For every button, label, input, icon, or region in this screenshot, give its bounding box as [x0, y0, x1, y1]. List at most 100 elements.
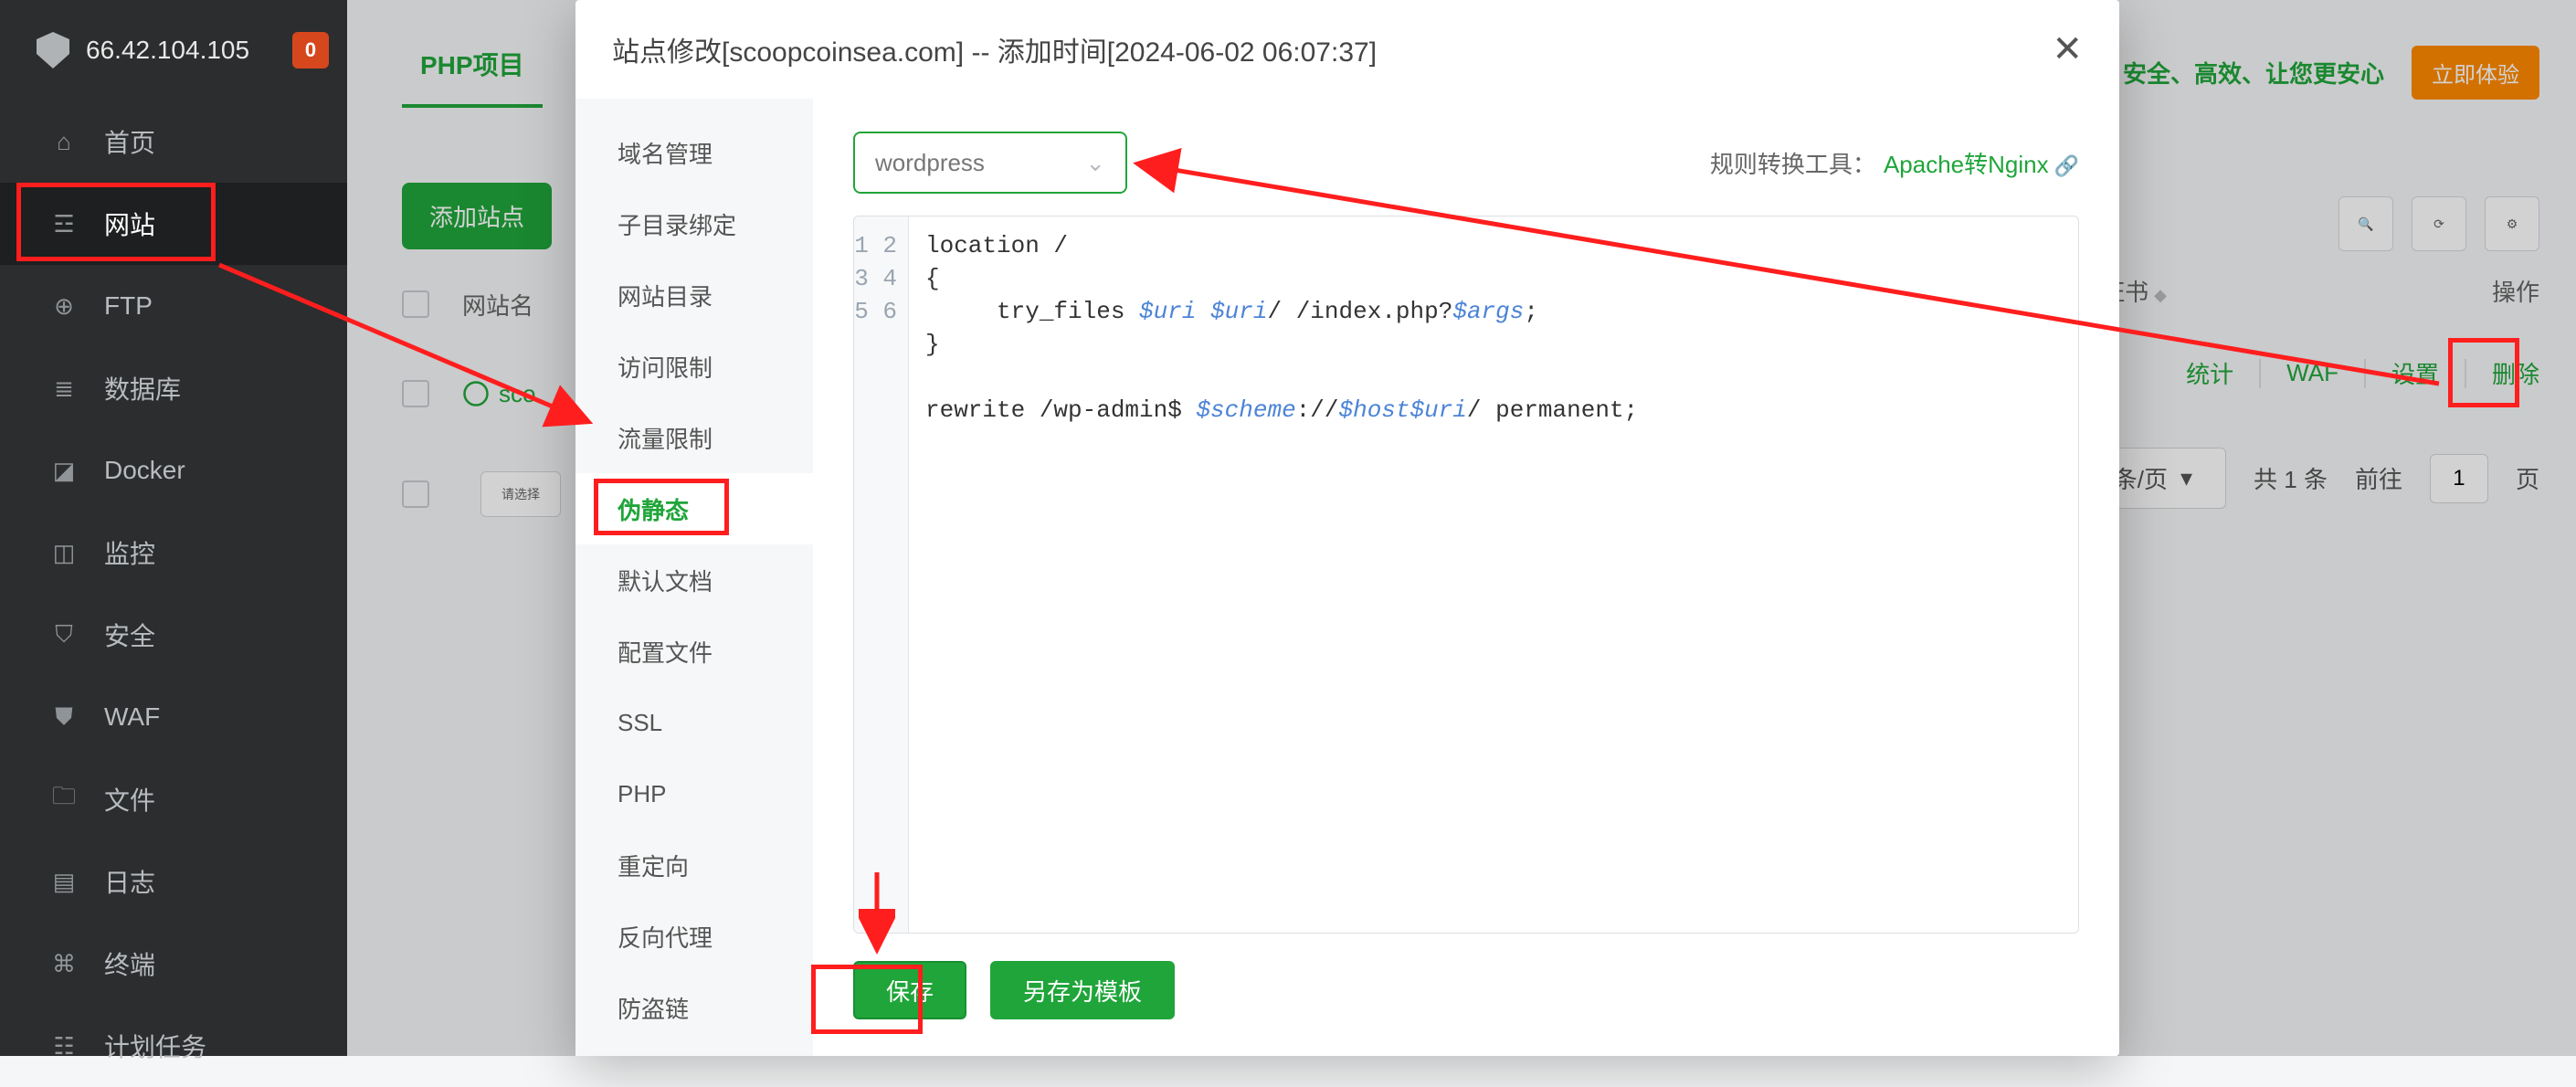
chevron-down-icon: ▾ [2180, 464, 2192, 492]
mnav-webdir[interactable]: 网站目录 [575, 259, 813, 331]
code-editor[interactable]: 1 2 3 4 5 6 location / { try_files $uri … [853, 216, 2079, 934]
mnav-traffic[interactable]: 流量限制 [575, 402, 813, 473]
slogan-text: 安全、高效、让您更安心 [2123, 56, 2384, 90]
terminal-icon: ⌘ [49, 949, 79, 978]
save-button[interactable]: 保存 [853, 961, 966, 1019]
rewrite-rule-select[interactable]: wordpress ⌄ [853, 132, 1127, 194]
save-as-template-button[interactable]: 另存为模板 [990, 961, 1175, 1019]
th-site-name: 网站名 [462, 288, 533, 322]
sidebar-item-label: 文件 [104, 781, 155, 818]
mnav-ssl[interactable]: SSL [575, 687, 813, 758]
sidebar-item-monitor[interactable]: ◫ 监控 [0, 512, 347, 594]
divider [2465, 359, 2466, 388]
sidebar-item-terminal[interactable]: ⌘ 终端 [0, 923, 347, 1005]
table-header-right: SSL证书◆ 操作 [2056, 274, 2539, 308]
conversion-tool: 规则转换工具： Apache转Nginx🔗 [1710, 146, 2079, 180]
shield-outline-icon: ⛉ [49, 620, 79, 649]
site-name-text: sco [499, 380, 535, 408]
sidebar-item-label: 安全 [104, 617, 155, 653]
conv-link[interactable]: Apache转Nginx🔗 [1884, 146, 2079, 180]
site-type-icon [462, 380, 490, 407]
notification-badge[interactable]: 0 [292, 32, 329, 69]
sidebar-item-website[interactable]: ☲ 网站 [0, 183, 347, 265]
toolbar-right: 🔍 ⟳ ⚙ [2338, 196, 2539, 251]
mnav-domain[interactable]: 域名管理 [575, 117, 813, 188]
add-site-button[interactable]: 添加站点 [402, 183, 552, 249]
th-operation: 操作 [2492, 274, 2539, 308]
goto-label-suf: 页 [2516, 461, 2539, 495]
gear-icon-button[interactable]: ⚙ [2485, 196, 2539, 251]
database-icon: ≣ [49, 374, 79, 403]
search-icon-button[interactable]: 🔍 [2338, 196, 2393, 251]
sidebar-item-label: FTP [104, 291, 153, 321]
server-ip: 66.42.104.105 [86, 36, 249, 65]
sidebar-item-label: Docker [104, 456, 185, 485]
mnav-redirect[interactable]: 重定向 [575, 829, 813, 901]
home-icon: ⌂ [49, 127, 79, 156]
globe-icon: ☲ [49, 209, 79, 238]
modal-main: wordpress ⌄ 规则转换工具： Apache转Nginx🔗 1 2 3 … [813, 99, 2119, 1056]
sort-icon: ◆ [2154, 286, 2167, 304]
sidebar-item-ftp[interactable]: ⊕ FTP [0, 265, 347, 347]
conv-label: 规则转换工具： [1710, 146, 1876, 180]
row-checkbox[interactable] [402, 380, 429, 407]
goto-page-input[interactable] [2430, 454, 2488, 503]
modal-header: 站点修改[scoopcoinsea.com] -- 添加时间[2024-06-0… [575, 0, 2119, 99]
refresh-icon-button[interactable]: ⟳ [2412, 196, 2466, 251]
shield-icon [37, 32, 69, 69]
sidebar-item-security[interactable]: ⛉ 安全 [0, 594, 347, 676]
chevron-down-icon: ⌄ [1085, 149, 1105, 177]
sidebar-item-label: 首页 [104, 123, 155, 160]
close-icon[interactable]: ✕ [2052, 31, 2083, 68]
external-link-icon: 🔗 [2054, 154, 2079, 177]
mnav-access[interactable]: 访问限制 [575, 331, 813, 402]
divider [2259, 359, 2261, 388]
modal-title: 站点修改[scoopcoinsea.com] -- 添加时间[2024-06-0… [612, 29, 1377, 69]
sidebar-item-waf[interactable]: ⛊ WAF [0, 676, 347, 758]
batch-checkbox[interactable] [402, 480, 429, 508]
action-stats[interactable]: 统计 [2186, 356, 2233, 390]
code-content[interactable]: location / { try_files $uri $uri/ /index… [909, 216, 2078, 933]
sidebar-item-docker[interactable]: ◪ Docker [0, 429, 347, 512]
action-delete[interactable]: 删除 [2492, 356, 2539, 390]
docker-icon: ◪ [49, 456, 79, 485]
button-row: 保存 另存为模板 [853, 961, 2079, 1019]
tab-php-project[interactable]: PHP项目 [402, 46, 543, 108]
sidebar-item-label: 计划任务 [104, 1028, 206, 1064]
waf-icon: ⛊ [49, 702, 79, 732]
rewrite-rule-value: wordpress [875, 149, 985, 177]
mnav-subdir[interactable]: 子目录绑定 [575, 188, 813, 259]
sidebar-item-files[interactable]: 🗀 文件 [0, 758, 347, 840]
try-now-button[interactable]: 立即体验 [2412, 46, 2539, 100]
site-edit-modal: 站点修改[scoopcoinsea.com] -- 添加时间[2024-06-0… [575, 0, 2119, 1056]
select-all-checkbox[interactable] [402, 290, 429, 318]
sidebar-item-logs[interactable]: ▤ 日志 [0, 840, 347, 923]
mnav-antileech[interactable]: 防盗链 [575, 972, 813, 1043]
log-icon: ▤ [49, 867, 79, 896]
goto-label-pre: 前往 [2355, 461, 2402, 495]
batch-action-select[interactable]: 请选择 [480, 471, 561, 517]
sidebar-item-label: 监控 [104, 534, 155, 571]
total-count: 共 1 条 [2254, 461, 2328, 495]
folder-icon: 🗀 [49, 785, 79, 814]
line-number-gutter: 1 2 3 4 5 6 [854, 216, 909, 933]
action-waf[interactable]: WAF [2286, 359, 2338, 387]
sidebar-item-database[interactable]: ≣ 数据库 [0, 347, 347, 429]
mnav-php[interactable]: PHP [575, 758, 813, 829]
action-settings[interactable]: 设置 [2391, 356, 2439, 390]
ftp-icon: ⊕ [49, 291, 79, 321]
sidebar-item-label: 日志 [104, 863, 155, 900]
modal-sidebar: 域名管理 子目录绑定 网站目录 访问限制 流量限制 伪静态 默认文档 配置文件 … [575, 99, 813, 1056]
mnav-config[interactable]: 配置文件 [575, 616, 813, 687]
sidebar-header: 66.42.104.105 0 [0, 0, 347, 100]
sidebar-item-label: 网站 [104, 206, 155, 242]
sidebar-item-label: 终端 [104, 945, 155, 982]
mnav-default-doc[interactable]: 默认文档 [575, 544, 813, 616]
monitor-icon: ◫ [49, 538, 79, 567]
mnav-proxy[interactable]: 反向代理 [575, 901, 813, 972]
sidebar-item-home[interactable]: ⌂ 首页 [0, 100, 347, 183]
sidebar-item-cron[interactable]: ☷ 计划任务 [0, 1005, 347, 1087]
sidebar-item-label: 数据库 [104, 370, 181, 406]
mnav-rewrite[interactable]: 伪静态 [575, 473, 813, 544]
left-sidebar: 66.42.104.105 0 ⌂ 首页 ☲ 网站 ⊕ FTP ≣ 数据库 ◪ … [0, 0, 347, 1056]
